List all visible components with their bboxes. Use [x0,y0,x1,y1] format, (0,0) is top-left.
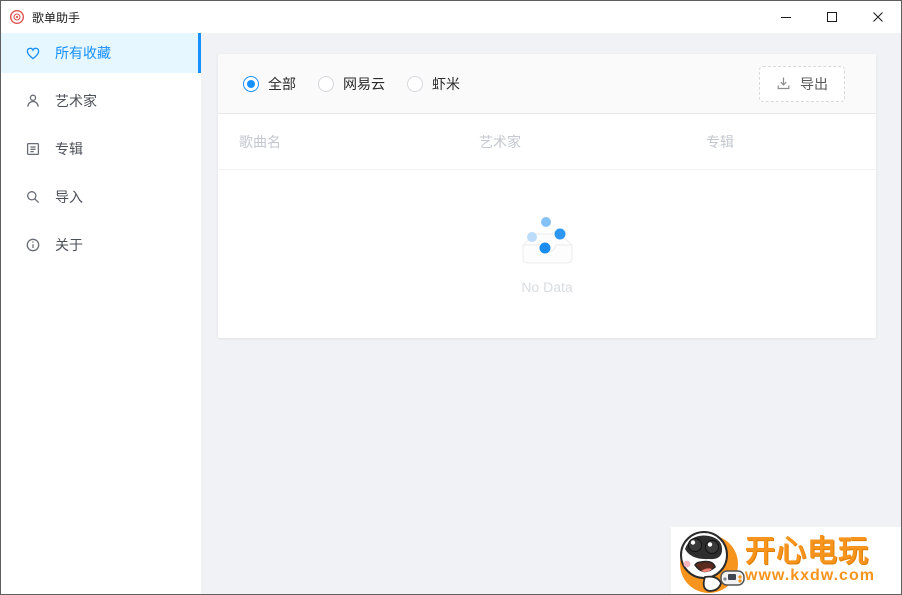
sidebar-item-all-favorites[interactable]: 所有收藏 [1,33,202,73]
app-logo-icon [9,9,25,25]
watermark-url: www.kxdw.com [745,567,875,585]
window-controls [763,1,901,33]
radio-unselected-icon [318,75,334,92]
export-button[interactable]: 导出 [759,65,845,102]
album-icon [25,141,41,157]
app-body: 所有收藏 艺术家 专辑 导入 关于 全部 网易云 虾米 导出 歌曲名 艺术家 专… [1,33,901,594]
sidebar-item-about[interactable]: 关于 [1,225,201,265]
sidebar-item-label: 专辑 [55,141,83,157]
maximize-button[interactable] [809,1,855,33]
filter-toolbar: 全部 网易云 虾米 导出 [218,54,876,114]
titlebar: 歌单助手 [1,1,901,33]
content-card: 全部 网易云 虾米 导出 歌曲名 艺术家 专辑 No Data [218,54,876,338]
kxdw-watermark: 开心电玩 www.kxdw.com [671,527,901,594]
empty-text: No Data [521,278,573,295]
heart-icon [25,45,41,61]
sidebar-item-label: 导入 [55,189,83,205]
minimize-button[interactable] [763,1,809,33]
sidebar-item-label: 关于 [55,237,83,253]
radio-unselected-icon [407,75,423,92]
download-icon [776,76,791,91]
app-title: 歌单助手 [32,10,81,25]
user-icon [25,93,41,109]
radio-netease[interactable]: 网易云 [318,74,385,94]
sidebar-item-label: 所有收藏 [55,45,111,61]
sidebar-item-import[interactable]: 导入 [1,177,201,217]
radio-label: 网易云 [343,75,385,92]
column-header-album: 专辑 [706,133,734,150]
radio-selected-icon [243,75,259,92]
info-icon [25,237,41,253]
radio-all-sources[interactable]: 全部 [243,74,296,94]
radio-label: 虾米 [432,75,460,92]
app-window: 歌单助手 所有收藏 艺术家 专辑 导入 关于 全部 网易云 虾米 导出 歌曲名 … [0,0,902,595]
watermark-text: 开心电玩 www.kxdw.com [745,536,875,586]
empty-box-icon [522,216,572,263]
table-header: 歌曲名 艺术家 专辑 [218,114,876,170]
empty-state: No Data [515,208,580,295]
column-header-artist: 艺术家 [479,133,521,150]
source-filter-group: 全部 网易云 虾米 [243,74,482,94]
sidebar: 所有收藏 艺术家 专辑 导入 关于 [1,33,202,594]
table-body: No Data [218,170,876,338]
radio-xiami[interactable]: 虾米 [407,74,460,94]
column-header-song: 歌曲名 [239,133,281,150]
kxdw-mascot-icon [680,531,745,593]
sidebar-item-albums[interactable]: 专辑 [1,129,201,169]
close-button[interactable] [855,1,901,33]
radio-label: 全部 [268,75,296,92]
export-button-label: 导出 [800,75,828,92]
search-icon [25,189,41,205]
watermark-title: 开心电玩 [745,534,869,568]
main-content: 全部 网易云 虾米 导出 歌曲名 艺术家 专辑 No Data [201,33,901,594]
sidebar-item-artists[interactable]: 艺术家 [1,81,201,121]
sidebar-item-label: 艺术家 [55,93,97,109]
